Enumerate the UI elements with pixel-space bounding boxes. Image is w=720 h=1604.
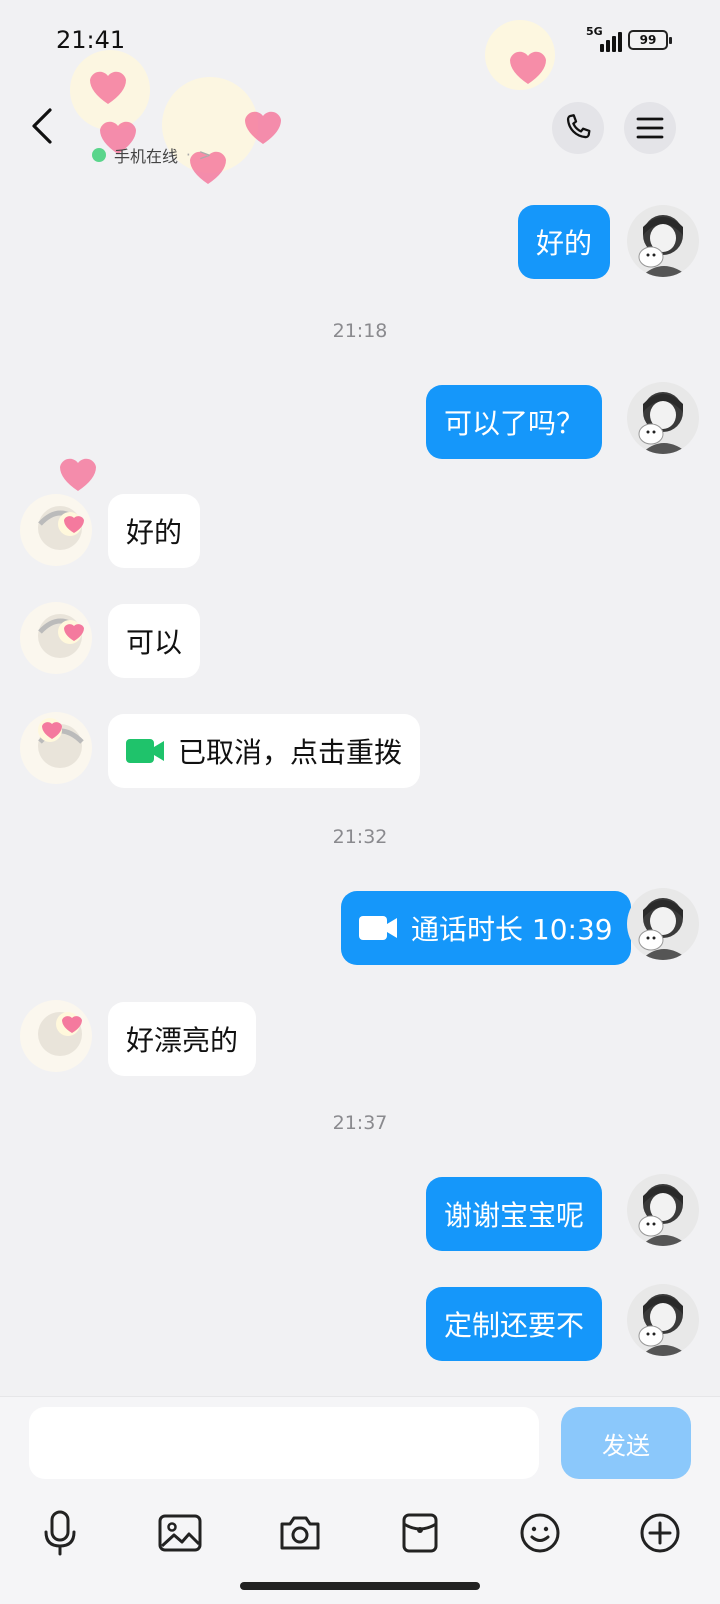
camera-icon — [280, 1516, 320, 1550]
photo-button[interactable] — [154, 1507, 206, 1559]
my-avatar[interactable] — [627, 205, 699, 277]
message-text: 已取消，点击重拨 — [178, 736, 403, 769]
online-status-label: 手机在线 — [114, 147, 179, 166]
back-icon — [32, 108, 52, 144]
red-packet-button[interactable] — [394, 1507, 446, 1559]
emoji-icon — [520, 1513, 560, 1553]
heart-decoration — [60, 458, 96, 491]
timestamp: 21:37 — [332, 1112, 388, 1134]
call-duration-bubble[interactable]: 通话时长 10:39 — [341, 891, 631, 965]
camera-button[interactable] — [274, 1507, 326, 1559]
send-button[interactable]: 发送 — [561, 1407, 691, 1479]
plus-icon — [640, 1513, 680, 1553]
my-avatar[interactable] — [627, 382, 699, 454]
red-packet-icon — [402, 1513, 438, 1553]
battery-level: 99 — [639, 33, 657, 47]
status-time: 21:41 — [56, 26, 126, 54]
more-button[interactable] — [634, 1507, 686, 1559]
microphone-icon — [44, 1510, 76, 1556]
emoji-button[interactable] — [514, 1507, 566, 1559]
chat-screen: 21:41 5G 99 手机在线 · > 好的 21:18 可以了吗？ 好的 可… — [0, 0, 720, 1604]
voice-call-button[interactable] — [552, 102, 604, 154]
message-bubble[interactable]: 好的 — [108, 494, 201, 568]
timestamp: 21:32 — [332, 826, 388, 848]
video-camera-icon — [359, 916, 397, 940]
my-avatar[interactable] — [627, 1284, 699, 1356]
message-bubble[interactable]: 好漂亮的 — [108, 1002, 257, 1076]
message-bubble[interactable]: 定制还要不 — [426, 1287, 603, 1361]
video-call-cancelled-bubble[interactable]: 已取消，点击重拨 — [108, 714, 421, 788]
message-text: 通话时长 10:39 — [411, 913, 613, 946]
online-suffix: · — [186, 146, 191, 164]
message-bubble[interactable]: 可以了吗？ — [426, 385, 603, 459]
online-dot — [92, 148, 106, 162]
message-text: 谢谢宝宝呢 — [444, 1199, 585, 1232]
message-text: 可以 — [126, 626, 183, 659]
message-bubble[interactable]: 好的 — [518, 205, 611, 279]
home-indicator[interactable] — [240, 1582, 480, 1590]
voice-button[interactable] — [34, 1507, 86, 1559]
message-bubble[interactable]: 谢谢宝宝呢 — [426, 1177, 603, 1251]
contact-avatar[interactable] — [20, 712, 92, 784]
my-avatar[interactable] — [627, 888, 699, 960]
my-avatar[interactable] — [627, 1174, 699, 1246]
back-button[interactable] — [22, 104, 62, 148]
message-text: 可以了吗？ — [444, 407, 585, 440]
message-text: 定制还要不 — [444, 1309, 585, 1342]
network-type: 5G — [586, 25, 603, 38]
image-icon — [158, 1514, 202, 1552]
battery-icon: 99 — [628, 30, 672, 50]
signal-icon: 5G — [586, 25, 622, 52]
status-bar: 21:41 5G 99 — [0, 0, 720, 80]
contact-avatar[interactable] — [20, 602, 92, 674]
message-input[interactable] — [29, 1407, 539, 1479]
timestamp: 21:18 — [332, 320, 388, 342]
online-status[interactable]: 手机在线 · > — [92, 143, 211, 167]
chevron-right-icon: > — [198, 146, 212, 164]
menu-icon — [636, 117, 664, 139]
menu-button[interactable] — [624, 102, 676, 154]
message-text: 好的 — [126, 516, 183, 549]
contact-avatar[interactable] — [20, 1000, 92, 1072]
message-text: 好的 — [536, 227, 593, 260]
message-text: 好漂亮的 — [126, 1024, 239, 1057]
video-camera-icon — [126, 739, 164, 763]
message-bubble[interactable]: 可以 — [108, 604, 201, 678]
contact-avatar[interactable] — [20, 494, 92, 566]
phone-icon — [566, 114, 591, 139]
composer-bar: 发送 — [0, 1396, 720, 1604]
